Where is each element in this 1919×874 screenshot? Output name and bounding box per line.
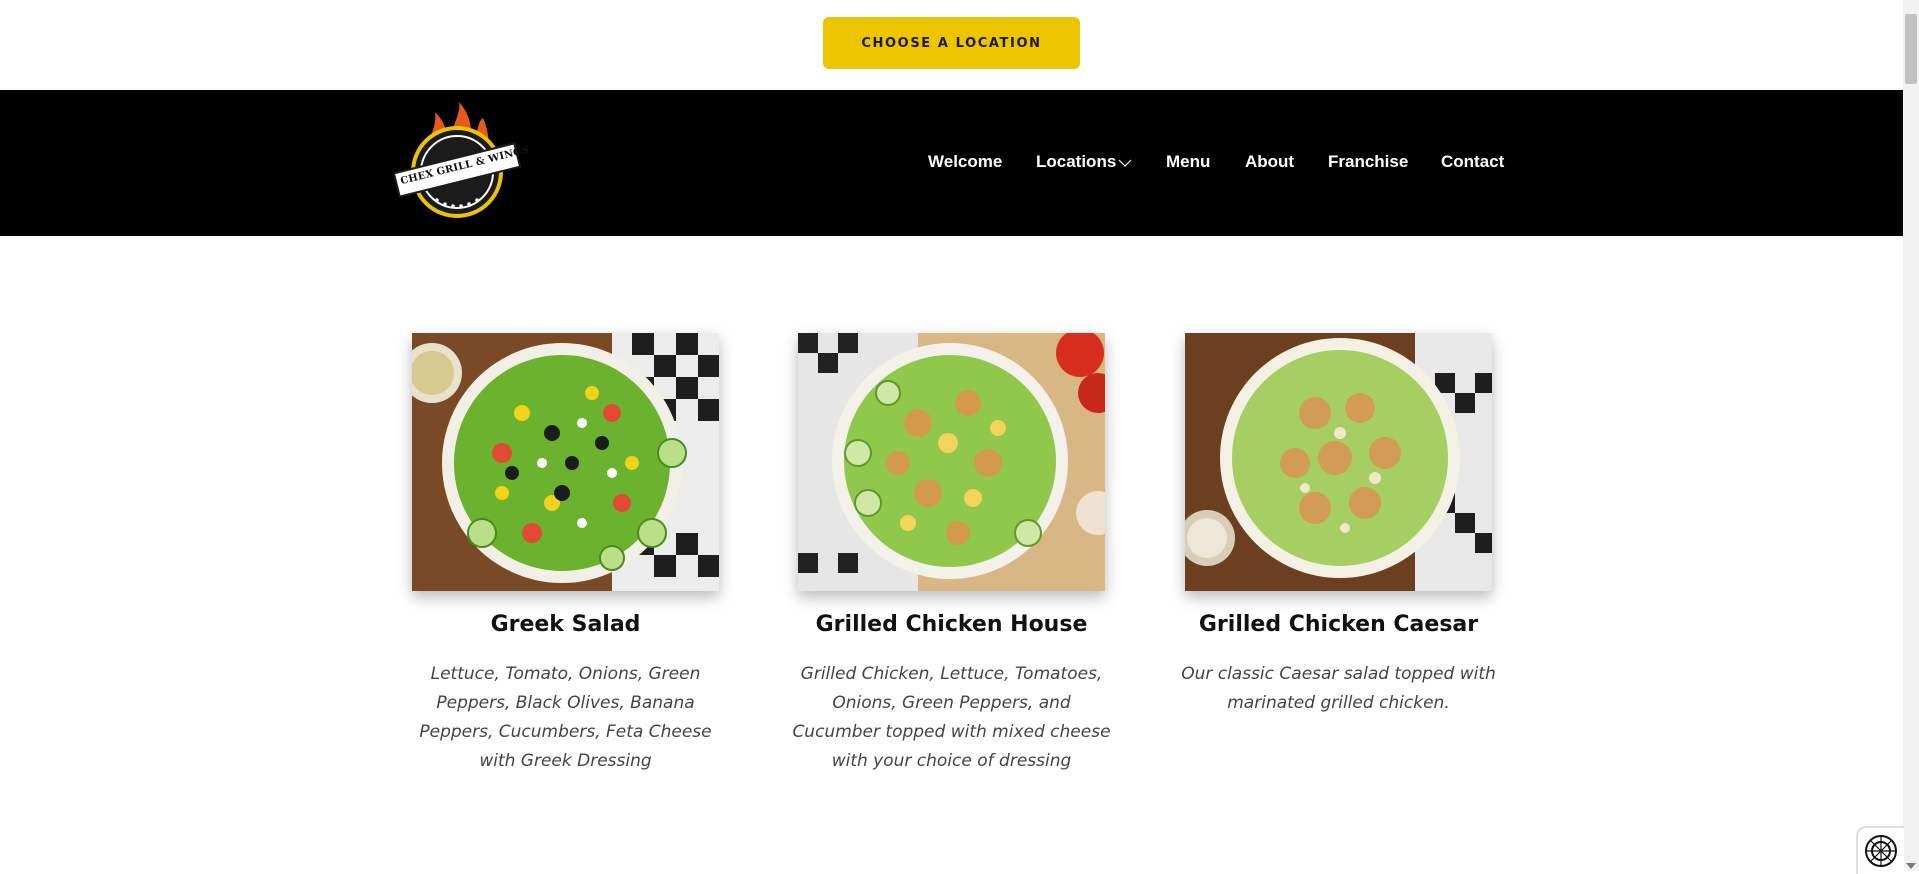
grilled-chicken-house-photo [798, 333, 1105, 591]
nav-contact-label: Contact [1441, 152, 1505, 171]
nav-menu-label: Menu [1166, 152, 1211, 171]
menu-card-grilled-chicken-house: Grilled Chicken House Grilled Chicken, L… [792, 333, 1111, 771]
nav-franchise-label: Franchise [1328, 152, 1409, 171]
top-bar: CHOOSE A LOCATION [0, 0, 1903, 90]
nav-about-label: About [1245, 152, 1295, 171]
nav-menu[interactable]: Menu [1166, 150, 1210, 174]
nav-about[interactable]: About [1245, 150, 1294, 174]
menu-item-title: Grilled Chicken Caesar [1198, 612, 1479, 637]
menu-item-title: Greek Salad [490, 612, 641, 637]
nav-welcome-label: Welcome [928, 152, 1003, 171]
accessibility-button[interactable] [1856, 826, 1904, 874]
site-logo[interactable]: CHEX GRILL & WINGS [392, 100, 530, 224]
nav-welcome[interactable]: Welcome [928, 150, 1002, 174]
nav-locations[interactable]: Locations [1036, 150, 1132, 175]
chevron-down-icon [1118, 151, 1132, 175]
menu-card-greek-salad: Greek Salad Lettuce, Tomato, Onions, Gre… [412, 333, 719, 771]
page-scrollbar[interactable] [1903, 0, 1919, 871]
menu-item-description: Our classic Caesar salad topped with mar… [1181, 664, 1496, 713]
scrollbar-thumb[interactable] [1905, 14, 1917, 84]
scroll-down-arrow-icon[interactable] [1906, 863, 1916, 869]
menu-item-description: Lettuce, Tomato, Onions, Green Peppers, … [419, 664, 712, 771]
nav-franchise[interactable]: Franchise [1328, 150, 1408, 174]
accessibility-icon [1865, 835, 1897, 867]
greek-salad-photo [412, 333, 719, 591]
nav-locations-label: Locations [1036, 152, 1117, 171]
grilled-chicken-caesar-photo [1185, 333, 1492, 591]
nav-contact[interactable]: Contact [1441, 150, 1504, 174]
choose-location-button[interactable]: CHOOSE A LOCATION [823, 17, 1080, 69]
menu-item-description: Grilled Chicken, Lettuce, Tomatoes, Onio… [792, 664, 1111, 771]
menu-item-title: Grilled Chicken House [815, 612, 1088, 637]
menu-card-grilled-chicken-caesar: Grilled Chicken Caesar Our classic Caesa… [1181, 333, 1496, 713]
